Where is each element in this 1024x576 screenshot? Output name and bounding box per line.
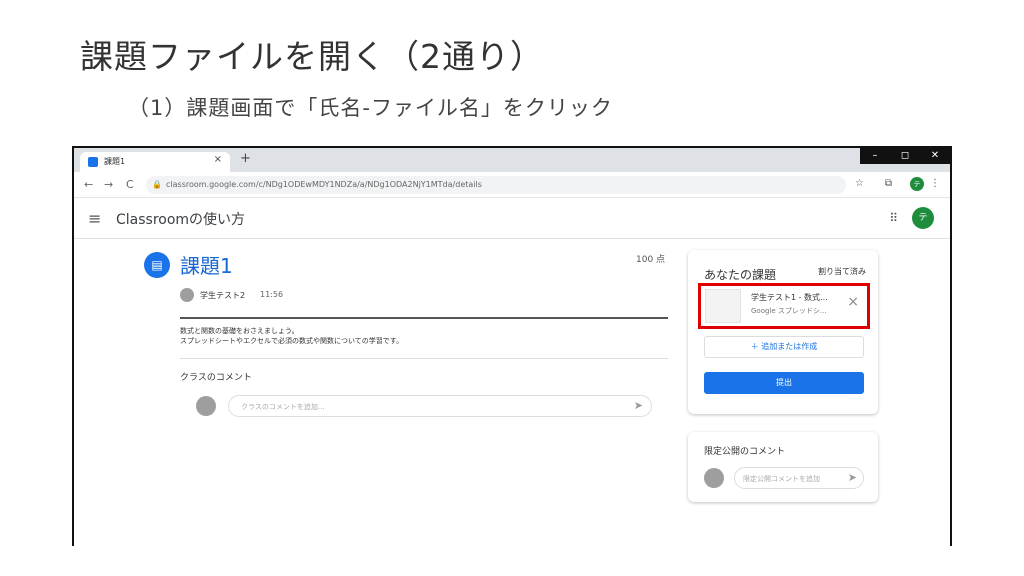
address-bar[interactable]: 🔒 classroom.google.com/c/NDg1ODEwMDY1NDZ… <box>146 176 846 194</box>
description-line-2: スプレッドシートやエクセルで必須の数式や関数についての学習です。 <box>180 337 404 345</box>
bookmark-star-icon[interactable]: ☆ <box>855 178 864 189</box>
translate-icon[interactable]: ⧉ <box>885 178 892 189</box>
profile-avatar[interactable]: テ <box>910 177 924 191</box>
class-comment-input[interactable]: クラスのコメントを追加... ➤ <box>228 395 652 417</box>
private-comment-input[interactable]: 限定公開コメントを追加 ➤ <box>734 467 864 489</box>
slide-title: 課題ファイルを開く（2通り） <box>80 37 544 76</box>
your-work-card: あなたの課題 割り当て済み 学生テスト1 - 数式... Google スプレッ… <box>688 250 878 414</box>
lock-icon: 🔒 <box>152 180 162 189</box>
title-divider <box>180 317 668 319</box>
hamburger-menu-icon[interactable]: ≡ <box>88 209 101 228</box>
class-comments-label: クラスのコメント <box>180 373 252 383</box>
private-comment-placeholder: 限定公開コメントを追加 <box>743 475 820 483</box>
file-type: Google スプレッドシ... <box>751 307 827 315</box>
send-icon[interactable]: ➤ <box>634 399 643 412</box>
apps-grid-icon[interactable]: ⠿ <box>889 211 898 225</box>
close-window-button[interactable]: ✕ <box>920 148 950 164</box>
class-title[interactable]: Classroomの使い方 <box>116 209 245 229</box>
private-commenter-avatar <box>704 468 724 488</box>
description-divider <box>180 358 668 359</box>
remove-file-icon[interactable]: × <box>847 294 859 310</box>
tab-close-icon[interactable]: × <box>214 154 222 165</box>
assignment-icon: ▤ <box>144 252 170 278</box>
url-text: classroom.google.com/c/NDg1ODEwMDY1NDZa/… <box>166 180 482 189</box>
tab-title: 課題1 <box>104 157 126 166</box>
assignment-status: 割り当て済み <box>818 267 866 276</box>
window-controls: – ◻ ✕ <box>860 148 950 164</box>
file-name[interactable]: 学生テスト1 - 数式... <box>751 292 828 303</box>
post-time: 11:56 <box>260 290 284 299</box>
reload-button[interactable]: C <box>126 178 134 191</box>
private-send-icon[interactable]: ➤ <box>848 471 857 484</box>
new-tab-button[interactable]: + <box>240 151 251 166</box>
description-line-1: 数式と関数の基礎をおさえましょう。 <box>180 327 299 335</box>
classroom-favicon-icon <box>88 157 98 167</box>
private-comments-card: 限定公開のコメント 限定公開コメントを追加 ➤ <box>688 432 878 502</box>
author-avatar <box>180 288 194 302</box>
attached-file[interactable]: 学生テスト1 - 数式... Google スプレッドシ... × <box>698 283 870 329</box>
points-label: 100 点 <box>636 255 666 265</box>
file-thumbnail <box>705 289 741 323</box>
classroom-header: ≡ Classroomの使い方 ⠿ テ <box>74 199 950 239</box>
your-work-title: あなたの課題 <box>704 268 777 282</box>
slide: 課題ファイルを開く（2通り） （1）課題画面で「氏名-ファイル名」をクリック 課… <box>0 0 1024 576</box>
back-button[interactable]: ← <box>84 178 93 191</box>
submit-button[interactable]: 提出 <box>704 372 864 394</box>
assignment-page: ▤ 課題1 100 点 学生テスト2 11:56 数式と関数の基礎をおさえましょ… <box>74 240 950 546</box>
tab-strip: 課題1 × + – ◻ ✕ <box>74 148 950 172</box>
class-comment-placeholder: クラスのコメントを追加... <box>241 403 325 411</box>
commenter-avatar <box>196 396 216 416</box>
assignment-title: 課題1 <box>180 254 233 278</box>
browser-menu-icon[interactable]: ⋮ <box>930 178 940 189</box>
maximize-button[interactable]: ◻ <box>890 148 920 164</box>
forward-button[interactable]: → <box>104 178 113 191</box>
private-comments-title: 限定公開のコメント <box>704 447 786 457</box>
browser-toolbar: ← → C 🔒 classroom.google.com/c/NDg1ODEwM… <box>74 172 950 198</box>
author-name: 学生テスト2 <box>200 291 246 300</box>
account-avatar[interactable]: テ <box>912 207 934 229</box>
browser-window: 課題1 × + – ◻ ✕ ← → C 🔒 classroom.google.c… <box>72 146 952 546</box>
browser-tab[interactable]: 課題1 × <box>80 152 230 172</box>
slide-subtitle: （1）課題画面で「氏名-ファイル名」をクリック <box>128 96 613 120</box>
minimize-button[interactable]: – <box>860 148 890 164</box>
add-or-create-button[interactable]: ＋ 追加または作成 <box>704 336 864 358</box>
